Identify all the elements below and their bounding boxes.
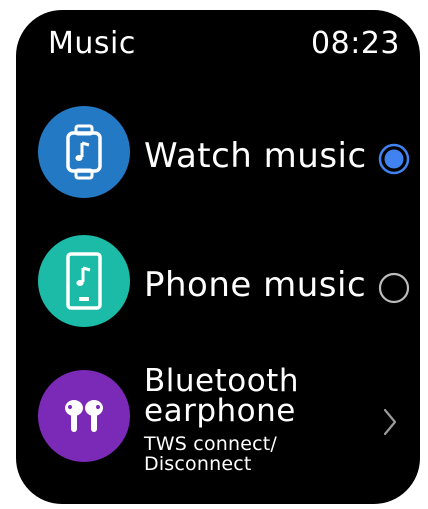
status-bar: Music 08:23 — [16, 24, 420, 64]
clock-time: 08:23 — [311, 26, 400, 61]
bluetooth-earphone-option[interactable]: Bluetooth earphone TWS connect/ Disconne… — [16, 362, 420, 492]
phone-music-option[interactable]: Phone music — [16, 229, 420, 339]
watch-music-option[interactable]: Watch music — [16, 100, 420, 210]
page-title: Music — [48, 26, 136, 61]
phone-music-icon — [38, 235, 130, 327]
phone-music-label: Phone music — [144, 265, 367, 305]
bluetooth-subtitle-line1: TWS connect/ — [144, 433, 278, 455]
phone-music-radio-unselected[interactable] — [378, 272, 410, 304]
chevron-right-icon[interactable] — [380, 407, 400, 437]
watch-screen: Music 08:23 Watch music Phone music Blue… — [16, 10, 420, 504]
bluetooth-title-line2: earphone — [144, 393, 296, 429]
bluetooth-subtitle-line2: Disconnect — [144, 453, 252, 475]
earbuds-icon — [38, 370, 130, 462]
watch-music-label: Watch music — [144, 136, 367, 176]
watch-music-radio-selected[interactable] — [378, 143, 410, 175]
watch-music-icon — [38, 106, 130, 198]
